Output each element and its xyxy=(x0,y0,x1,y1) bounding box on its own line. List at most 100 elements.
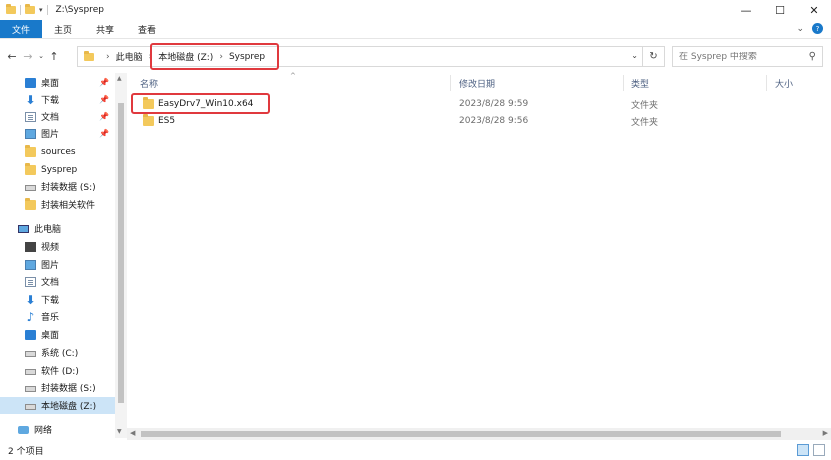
folder-icon xyxy=(25,144,36,157)
divider xyxy=(20,5,21,15)
help-icon[interactable]: ? xyxy=(812,23,823,34)
sidebar-item-sources[interactable]: sources xyxy=(0,143,115,160)
column-header-date[interactable]: 修改日期 xyxy=(459,75,495,91)
address-bar[interactable]: › 此电脑 › 本地磁盘 (Z:) › Sysprep ⌄ ↻ xyxy=(77,46,665,67)
sidebar-item-drive-c[interactable]: 系统 (C:) xyxy=(0,344,115,361)
details-view-icon[interactable] xyxy=(797,444,809,456)
breadcrumb-local-disk-z[interactable]: 本地磁盘 (Z:) xyxy=(158,50,213,63)
download-icon: ⬇ xyxy=(25,92,36,107)
sidebar-item-packaging-software[interactable]: 封装相关软件 xyxy=(0,196,115,213)
folder-icon xyxy=(25,162,36,175)
tab-file[interactable]: 文件 xyxy=(0,20,43,38)
divider xyxy=(46,5,48,15)
sidebar-item-drive-s-pc[interactable]: 封装数据 (S:) xyxy=(0,379,115,396)
document-icon xyxy=(25,111,36,122)
item-count: 2 个项目 xyxy=(8,447,44,457)
folder-icon xyxy=(143,97,154,109)
sidebar-item-this-pc[interactable]: 此电脑 xyxy=(0,220,115,237)
quick-access-toolbar: ▾ xyxy=(0,4,48,15)
sidebar-item-drive-z[interactable]: 本地磁盘 (Z:) xyxy=(0,397,115,414)
column-header-type[interactable]: 类型 xyxy=(631,75,649,91)
maximize-button[interactable]: ☐ xyxy=(763,0,797,20)
new-folder-quick-icon[interactable] xyxy=(25,4,35,14)
pin-icon[interactable]: 📌 xyxy=(99,78,109,87)
sidebar-item-pictures[interactable]: 图片 📌 xyxy=(0,125,115,142)
breadcrumb-this-pc[interactable]: 此电脑 xyxy=(116,50,143,63)
scroll-up-icon[interactable]: ▲ xyxy=(117,75,122,82)
title-bar: ▾ Z:\Sysprep — ☐ ✕ xyxy=(0,0,831,20)
divider[interactable] xyxy=(623,75,624,91)
sidebar-scroll-thumb[interactable] xyxy=(118,103,124,403)
document-icon xyxy=(25,276,36,287)
sidebar-item-desktop-pc[interactable]: 桌面 xyxy=(0,326,115,343)
minimize-button[interactable]: — xyxy=(729,0,763,20)
sidebar-item-pictures-pc[interactable]: 图片 xyxy=(0,256,115,273)
picture-icon xyxy=(25,259,36,270)
scroll-right-icon[interactable]: ▶ xyxy=(823,429,828,437)
drive-icon xyxy=(25,368,36,375)
drive-icon xyxy=(25,184,36,191)
file-type: 文件夹 xyxy=(631,100,659,111)
sidebar-scrollbar[interactable]: ▲ ▼ xyxy=(115,73,127,438)
search-box[interactable]: ⚲ xyxy=(672,46,823,67)
horizontal-scroll-thumb[interactable] xyxy=(141,431,781,437)
search-icon[interactable]: ⚲ xyxy=(809,51,816,62)
sidebar-item-documents[interactable]: 文档 📌 xyxy=(0,108,115,125)
refresh-icon[interactable]: ↻ xyxy=(642,47,664,66)
sidebar-item-desktop[interactable]: 桌面 📌 xyxy=(0,74,115,91)
table-row[interactable]: EasyDrv7_Win10.x64 2023/8/28 9:59 文件夹 xyxy=(140,96,820,112)
sidebar-item-sysprep[interactable]: Sysprep xyxy=(0,161,115,178)
scroll-left-icon[interactable]: ◀ xyxy=(130,429,135,437)
network-icon xyxy=(18,425,29,434)
file-name: EasyDrv7_Win10.x64 xyxy=(158,99,254,109)
table-row[interactable]: ES5 2023/8/28 9:56 文件夹 xyxy=(140,113,820,129)
address-dropdown-icon[interactable]: ⌄ xyxy=(631,51,638,60)
divider[interactable] xyxy=(450,75,451,91)
drive-icon xyxy=(25,385,36,392)
breadcrumb-separator: › xyxy=(106,51,110,62)
file-date: 2023/8/28 9:56 xyxy=(459,116,529,126)
app-folder-icon xyxy=(6,4,16,14)
tab-share[interactable]: 共享 xyxy=(84,20,126,38)
breadcrumb-separator: › xyxy=(219,51,223,62)
horizontal-scrollbar[interactable]: ◀ ▶ xyxy=(127,428,831,440)
close-button[interactable]: ✕ xyxy=(797,0,831,20)
large-icons-view-icon[interactable] xyxy=(813,444,825,456)
file-name: ES5 xyxy=(158,116,176,126)
column-header-size[interactable]: 大小 xyxy=(775,75,793,91)
sidebar-item-music[interactable]: ♪ 音乐 xyxy=(0,308,115,325)
divider[interactable] xyxy=(766,75,767,91)
up-arrow-icon[interactable]: ↑ xyxy=(46,50,62,63)
pc-icon xyxy=(18,224,29,233)
sidebar-item-downloads-pc[interactable]: ⬇ 下载 xyxy=(0,291,115,308)
view-switcher xyxy=(797,444,825,456)
pin-icon[interactable]: 📌 xyxy=(99,112,109,121)
sidebar-item-videos[interactable]: 视频 xyxy=(0,238,115,255)
status-bar: 2 个项目 xyxy=(0,441,831,460)
search-input[interactable] xyxy=(679,51,799,62)
file-list: ^ 名称 修改日期 类型 大小 EasyDrv7_Win10.x64 2023/… xyxy=(132,72,831,438)
sidebar-item-downloads[interactable]: ⬇ 下载 📌 xyxy=(0,91,115,108)
quick-access-dropdown-icon[interactable]: ▾ xyxy=(39,6,43,14)
recent-locations-icon[interactable]: ⌄ xyxy=(36,52,46,60)
ribbon-expand-icon[interactable]: ⌄ xyxy=(796,24,804,34)
desktop-icon xyxy=(25,77,36,88)
column-header-name[interactable]: 名称 xyxy=(140,75,158,91)
tab-view[interactable]: 查看 xyxy=(126,20,168,38)
pin-icon[interactable]: 📌 xyxy=(99,129,109,138)
desktop-icon xyxy=(25,329,36,340)
window-title: Z:\Sysprep xyxy=(55,5,104,15)
navigation-pane: 桌面 📌 ⬇ 下载 📌 文档 📌 图片 📌 sources Sysprep 封装… xyxy=(0,73,127,438)
scroll-down-icon[interactable]: ▼ xyxy=(117,428,122,435)
sidebar-item-network[interactable]: 网络 xyxy=(0,421,115,438)
back-arrow-icon[interactable]: ← xyxy=(4,50,20,63)
sidebar-item-documents-pc[interactable]: 文档 xyxy=(0,273,115,290)
forward-arrow-icon[interactable]: → xyxy=(20,50,36,63)
music-icon: ♪ xyxy=(26,309,35,324)
drive-icon xyxy=(25,350,36,357)
sidebar-item-drive-s[interactable]: 封装数据 (S:) xyxy=(0,178,115,195)
pin-icon[interactable]: 📌 xyxy=(99,95,109,104)
tab-home[interactable]: 主页 xyxy=(42,20,84,38)
breadcrumb-sysprep[interactable]: Sysprep xyxy=(229,52,265,62)
sidebar-item-drive-d[interactable]: 软件 (D:) xyxy=(0,362,115,379)
